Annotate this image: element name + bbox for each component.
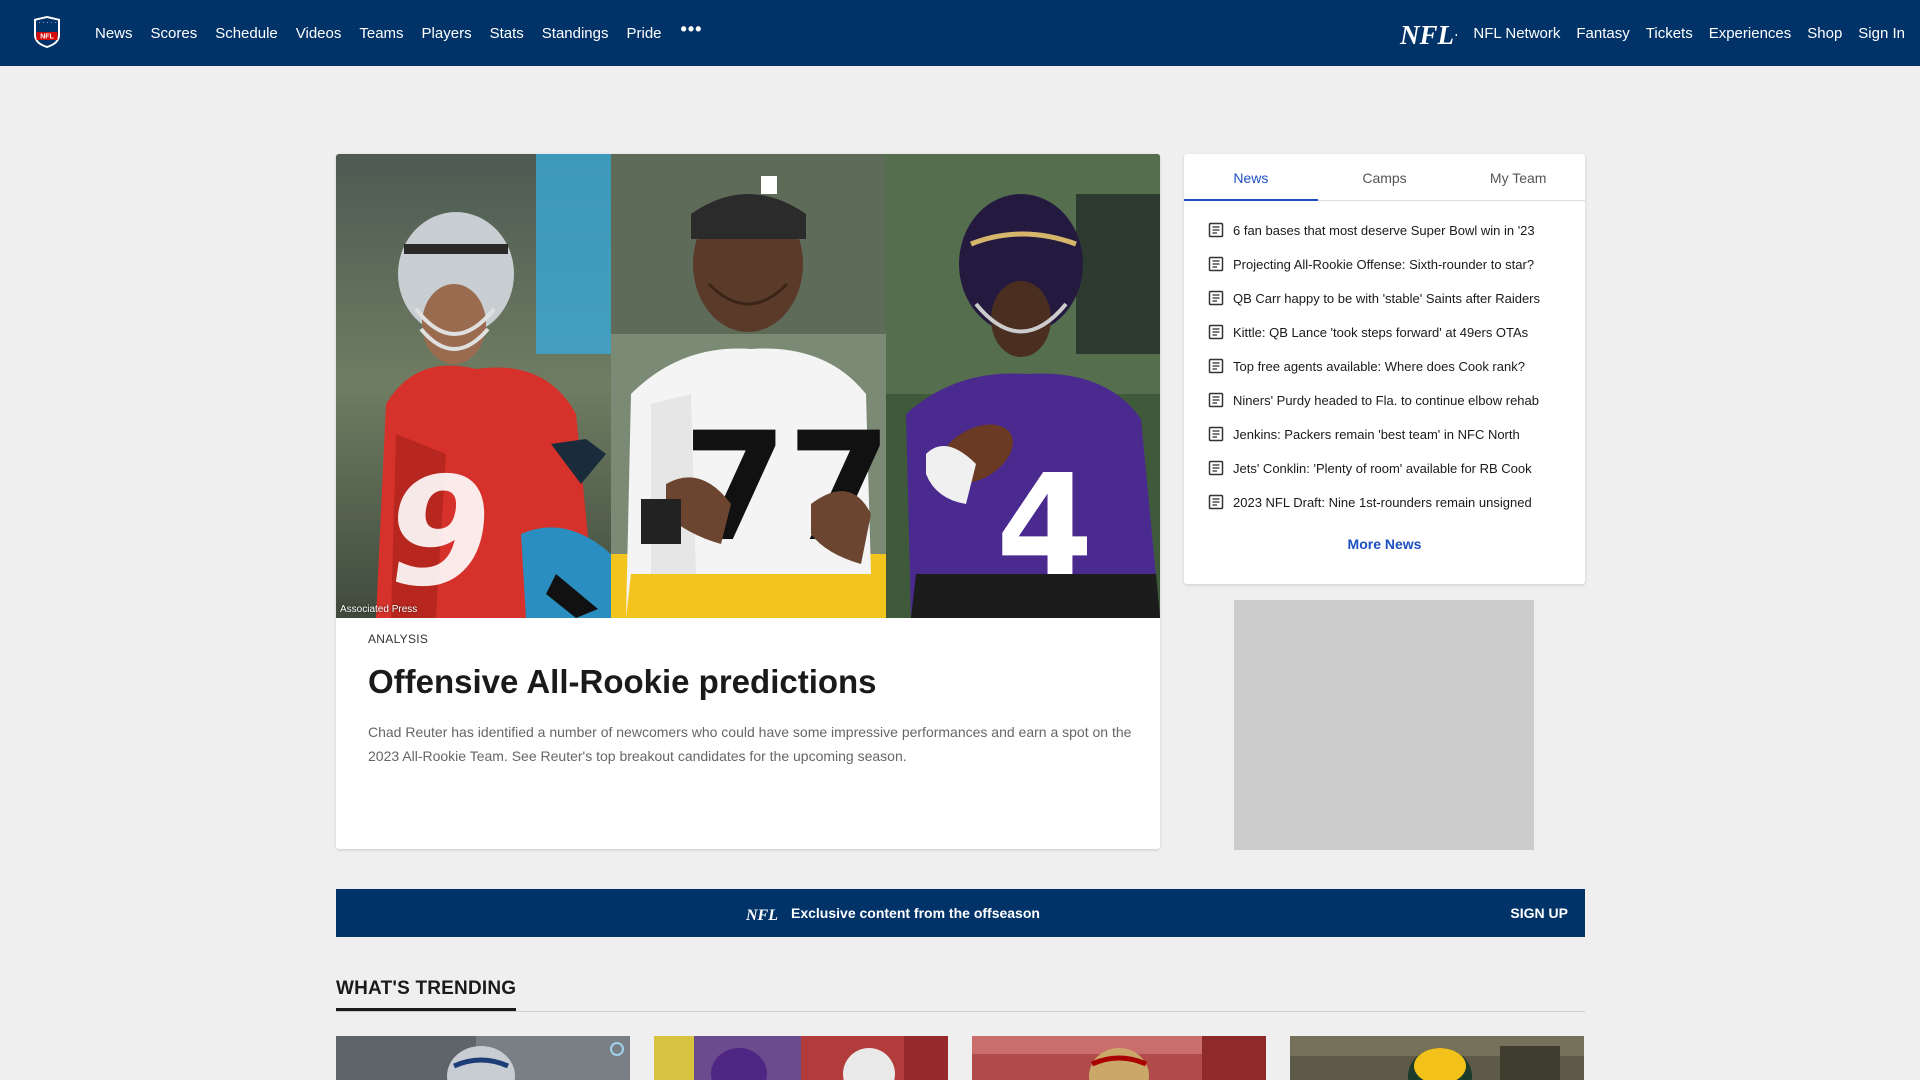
hero-body: ANALYSIS Offensive All-Rookie prediction… <box>336 618 1160 768</box>
ad-placeholder <box>1234 600 1534 850</box>
headline-item[interactable]: Jenkins: Packers remain 'best team' in N… <box>1184 417 1585 451</box>
top-navigation: NFL News Scores Schedule Videos Teams Pl… <box>0 0 1920 66</box>
hero-photo-ravens-player: 4 <box>886 154 1160 618</box>
nav-item-schedule[interactable]: Schedule <box>206 25 287 42</box>
headline-item[interactable]: Jets' Conklin: 'Plenty of room' availabl… <box>1184 451 1585 485</box>
nav-item-experiences[interactable]: Experiences <box>1701 25 1800 42</box>
hero-photo-panthers-player: 9 Associated Press <box>336 154 611 618</box>
primary-nav: News Scores Schedule Videos Teams Player… <box>86 0 712 66</box>
headline-text: Jets' Conklin: 'Plenty of room' availabl… <box>1233 460 1532 476</box>
sign-up-button[interactable]: SIGN UP <box>1510 889 1568 937</box>
sign-in-link[interactable]: Sign In <box>1850 25 1913 42</box>
headline-text: Kittle: QB Lance 'took steps forward' at… <box>1233 324 1529 340</box>
article-doc-icon <box>1208 358 1224 374</box>
section-title: WHAT'S TRENDING <box>336 977 517 1011</box>
nav-item-standings[interactable]: Standings <box>533 25 618 42</box>
nfl-plus-logo[interactable]: NFL+ <box>1399 0 1465 66</box>
player-photo-image: 4 <box>886 154 1160 618</box>
hero-summary: Chad Reuter has identified a number of n… <box>368 724 1132 764</box>
headline-item[interactable]: Top free agents available: Where does Co… <box>1184 349 1585 383</box>
nav-item-videos[interactable]: Videos <box>287 25 351 42</box>
headline-text: 2023 NFL Draft: Nine 1st-rounders remain… <box>1233 494 1532 510</box>
trending-card-thumbnail[interactable] <box>972 1036 1266 1080</box>
headline-text: QB Carr happy to be with 'stable' Saints… <box>1233 290 1540 306</box>
nav-item-teams[interactable]: Teams <box>350 25 412 42</box>
nfl-plus-logo-icon: NFL+ <box>746 907 778 923</box>
article-doc-icon <box>1208 290 1224 306</box>
nav-item-tickets[interactable]: Tickets <box>1638 25 1701 42</box>
trending-card-thumbnail[interactable] <box>654 1036 948 1080</box>
nav-item-players[interactable]: Players <box>413 25 481 42</box>
article-doc-icon <box>1208 324 1224 340</box>
article-category-label: ANALYSIS <box>368 632 429 646</box>
trending-image <box>1290 1036 1584 1080</box>
article-doc-icon <box>1208 494 1224 510</box>
article-doc-icon <box>1208 392 1224 408</box>
trending-image <box>654 1036 948 1080</box>
svg-text:NFL+: NFL+ <box>746 907 778 923</box>
svg-text:NFL: NFL <box>40 34 54 41</box>
trending-card-thumbnail[interactable] <box>1290 1036 1584 1080</box>
headline-text: Projecting All-Rookie Offense: Sixth-rou… <box>1233 256 1535 272</box>
nfl-plus-promo-banner[interactable]: NFL+ Exclusive content from the offseaso… <box>336 889 1585 937</box>
headline-item[interactable]: QB Carr happy to be with 'stable' Saints… <box>1184 281 1585 315</box>
headline-item[interactable]: Projecting All-Rookie Offense: Sixth-rou… <box>1184 247 1585 281</box>
nav-item-news[interactable]: News <box>86 25 142 42</box>
photo-credit: Associated Press <box>340 604 418 615</box>
article-doc-icon <box>1208 460 1224 476</box>
svg-text:4: 4 <box>996 445 1093 608</box>
headline-item[interactable]: 2023 NFL Draft: Nine 1st-rounders remain… <box>1184 485 1585 519</box>
player-photo-image: 9 <box>336 154 611 618</box>
player-photo-image: 77 <box>611 154 886 618</box>
secondary-nav: NFL+ NFL Network Fantasy Tickets Experie… <box>1399 0 1920 66</box>
trending-image <box>336 1036 630 1080</box>
hero-photo-steelers-player: 77 <box>611 154 886 618</box>
headline-item[interactable]: Niners' Purdy headed to Fla. to continue… <box>1184 383 1585 417</box>
headline-list: 6 fan bases that most deserve Super Bowl… <box>1184 201 1585 519</box>
headline-item[interactable]: Kittle: QB Lance 'took steps forward' at… <box>1184 315 1585 349</box>
headline-text: Jenkins: Packers remain 'best team' in N… <box>1233 426 1520 442</box>
headline-text: 6 fan bases that most deserve Super Bowl… <box>1233 222 1535 238</box>
article-doc-icon <box>1208 256 1224 272</box>
nav-item-nfl-network[interactable]: NFL Network <box>1465 25 1568 42</box>
nav-item-pride[interactable]: Pride <box>617 25 670 42</box>
nfl-plus-logo-icon: NFL+ <box>1399 20 1457 50</box>
headline-text: Niners' Purdy headed to Fla. to continue… <box>1233 392 1540 408</box>
trending-card-thumbnail[interactable] <box>336 1036 630 1080</box>
trending-section-header: WHAT'S TRENDING <box>336 977 1585 1012</box>
more-menu-icon[interactable]: ••• <box>671 19 713 40</box>
tab-my-team[interactable]: My Team <box>1451 154 1585 200</box>
news-tabs: News Camps My Team <box>1184 154 1585 201</box>
headline-text: Top free agents available: Where does Co… <box>1233 358 1525 374</box>
article-doc-icon <box>1208 426 1224 442</box>
hero-headline[interactable]: Offensive All-Rookie predictions <box>368 662 1128 702</box>
nav-item-stats[interactable]: Stats <box>481 25 533 42</box>
news-sidebar-card: News Camps My Team 6 fan bases that most… <box>1184 154 1585 584</box>
nav-item-scores[interactable]: Scores <box>142 25 207 42</box>
nav-item-fantasy[interactable]: Fantasy <box>1568 25 1637 42</box>
trending-image <box>972 1036 1266 1080</box>
hero-article-card[interactable]: 9 Associated Press 77 4 ANALYSIS Offensi… <box>336 154 1160 849</box>
nfl-shield-icon[interactable]: NFL <box>33 15 61 49</box>
article-doc-icon <box>1208 222 1224 238</box>
headline-item[interactable]: 6 fan bases that most deserve Super Bowl… <box>1184 213 1585 247</box>
hero-image[interactable]: 9 Associated Press 77 4 <box>336 154 1160 618</box>
promo-text: Exclusive content from the offseason <box>791 905 1040 921</box>
tab-news[interactable]: News <box>1184 154 1318 201</box>
svg-text:NFL+: NFL+ <box>1399 20 1457 50</box>
nav-item-shop[interactable]: Shop <box>1799 25 1850 42</box>
tab-camps[interactable]: Camps <box>1318 154 1452 200</box>
more-news-link[interactable]: More News <box>1184 536 1585 552</box>
